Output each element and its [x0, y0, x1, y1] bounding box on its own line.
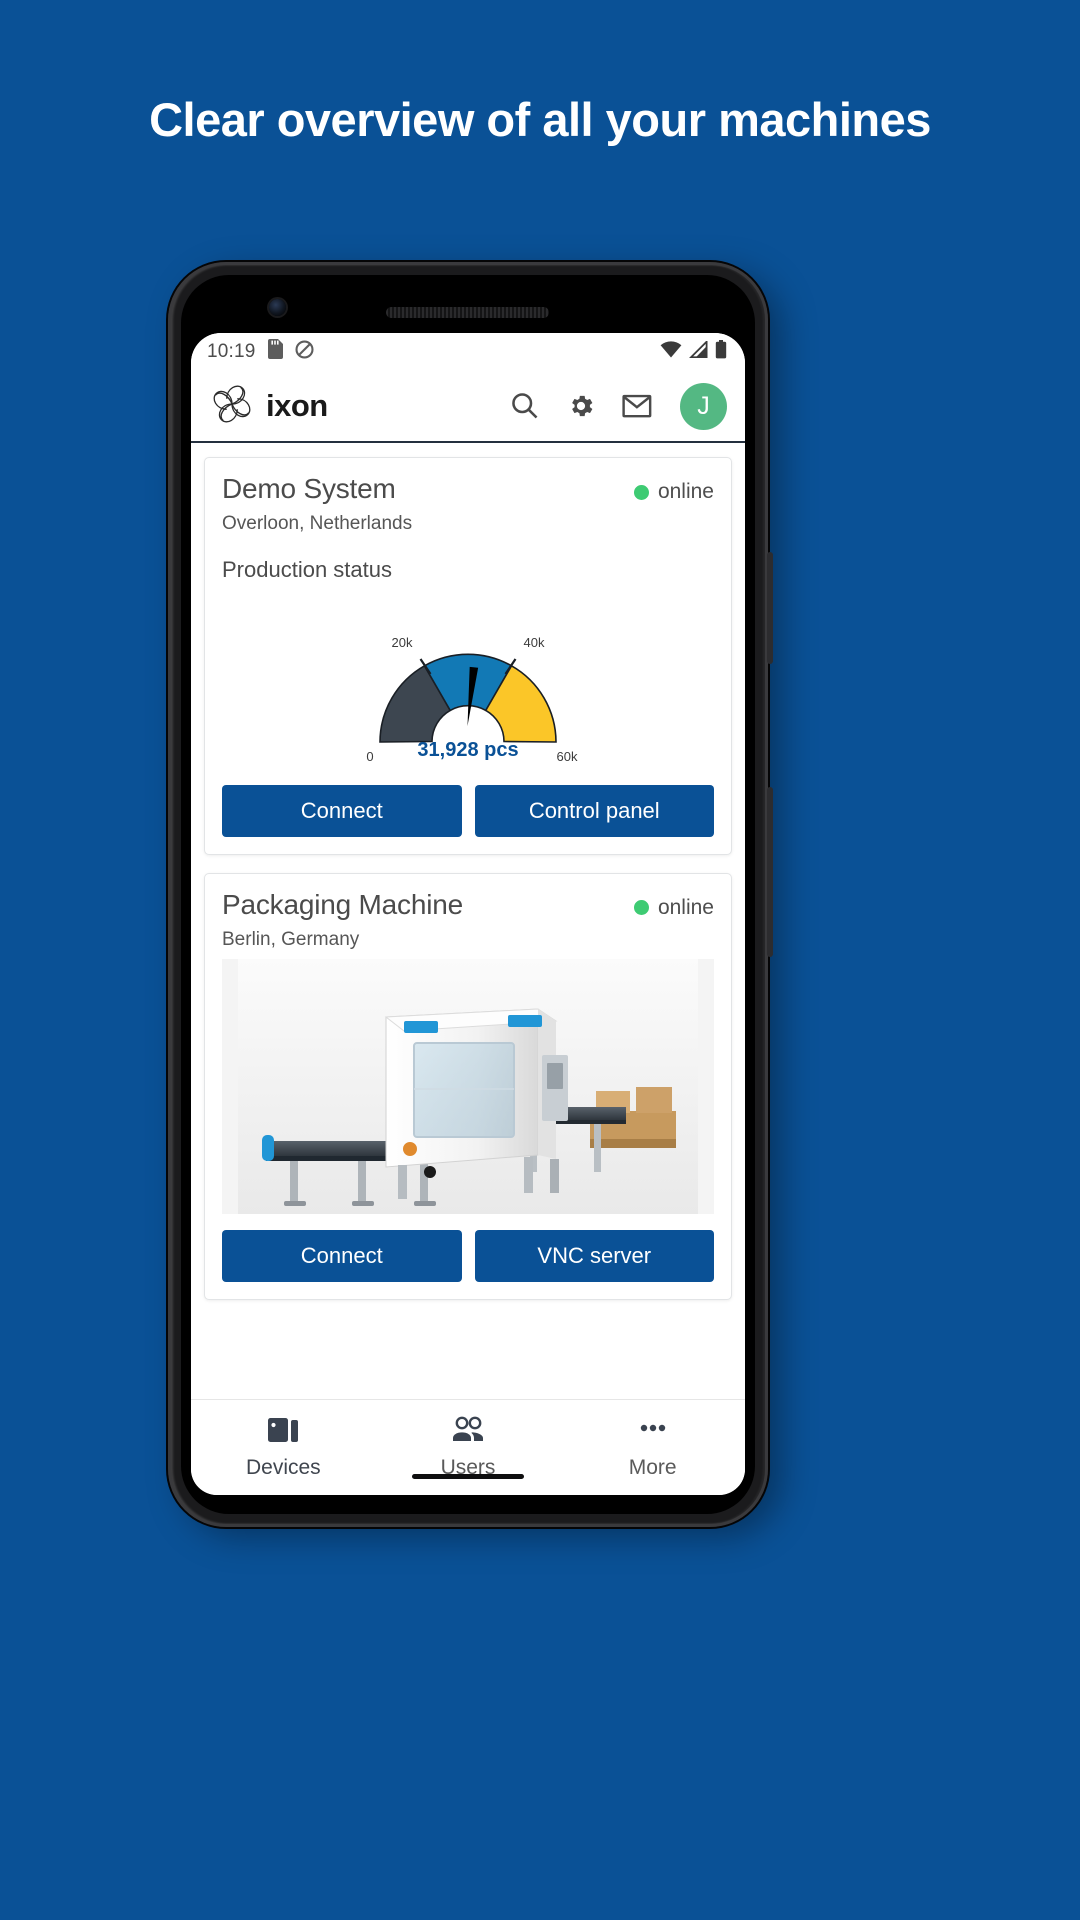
status-time: 10:19: [207, 341, 256, 362]
status-label: online: [657, 480, 714, 503]
gear-icon[interactable]: [566, 391, 596, 421]
cellular-signal-icon: [688, 339, 708, 364]
app-bar-actions: J: [510, 382, 727, 430]
battery-icon: [715, 339, 727, 365]
users-icon: [450, 1416, 486, 1449]
status-badge: online: [633, 474, 714, 504]
mail-icon[interactable]: [622, 391, 652, 421]
nav-item-more[interactable]: More: [560, 1416, 745, 1480]
gauge-svg: 20k 40k 0 60k: [366, 635, 578, 764]
machine-photo: [222, 958, 714, 1214]
devices-icon: [265, 1416, 301, 1449]
status-dot-icon: [633, 484, 649, 500]
phone-screen: 10:19 ixon J Demo System online Overloon…: [191, 333, 745, 1495]
nav-item-users[interactable]: Users: [376, 1416, 561, 1480]
control-panel-button[interactable]: Control panel: [474, 784, 714, 837]
power-button[interactable]: [767, 552, 773, 664]
device-location: Overloon, Netherlands: [222, 512, 413, 534]
brand[interactable]: ixon: [211, 383, 328, 430]
nav-label-more: More: [628, 1455, 677, 1479]
gauge-tick-20k: 20k: [392, 635, 413, 650]
do-not-disturb-icon: [295, 339, 314, 365]
device-location: Berlin, Germany: [222, 928, 360, 950]
device-name: Packaging Machine: [222, 888, 463, 920]
home-indicator[interactable]: [412, 1474, 524, 1479]
gauge-value-label: 31,928 pcs: [417, 738, 519, 761]
connect-button[interactable]: Connect: [222, 784, 462, 837]
front-camera-icon: [269, 299, 286, 316]
app-bar: ixon J: [191, 371, 745, 443]
gauge-tick-40k: 40k: [524, 635, 545, 650]
production-gauge-chart: 20k 40k 0 60k 31,928 pcs: [222, 589, 714, 769]
page-title: Clear overview of all your machines: [149, 93, 931, 146]
status-dot-icon: [633, 900, 649, 916]
status-bar: 10:19: [191, 333, 745, 371]
device-name: Demo System: [222, 473, 396, 504]
sd-card-icon: [267, 339, 284, 365]
search-icon[interactable]: [510, 391, 540, 421]
status-bar-left: 10:19: [207, 339, 314, 365]
phone-frame: 10:19 ixon J Demo System online Overloon…: [168, 262, 773, 1527]
connect-button[interactable]: Connect: [222, 1229, 462, 1282]
status-badge: online: [633, 890, 714, 920]
wifi-icon: [660, 340, 682, 364]
ixon-logo-icon: [211, 383, 253, 430]
nav-label-devices: Devices: [245, 1455, 321, 1479]
card-actions: Connect VNC server: [222, 1229, 714, 1282]
phone-bezel: 10:19 ixon J Demo System online Overloon…: [181, 275, 755, 1514]
status-label: online: [657, 895, 714, 919]
avatar[interactable]: J: [680, 382, 727, 430]
card-actions: Connect Control panel: [222, 784, 714, 837]
volume-button[interactable]: [767, 787, 773, 957]
status-bar-right: [660, 339, 727, 365]
nav-item-devices[interactable]: Devices: [191, 1416, 376, 1480]
vnc-server-button[interactable]: VNC server: [474, 1229, 714, 1282]
device-card-packaging-machine[interactable]: Packaging Machine online Berlin, Germany: [204, 872, 732, 1300]
card-header: Packaging Machine online: [222, 888, 714, 921]
device-list: Demo System online Overloon, Netherlands…: [191, 443, 745, 1399]
earpiece-speaker: [386, 307, 549, 318]
brand-name: ixon: [266, 388, 328, 423]
device-card-demo-system[interactable]: Demo System online Overloon, Netherlands…: [204, 457, 732, 855]
more-dots-icon: [635, 1416, 671, 1449]
bottom-navigation: Devices Users More: [191, 1399, 745, 1495]
card-header: Demo System online: [222, 473, 714, 505]
widget-title: Production status: [222, 556, 392, 582]
